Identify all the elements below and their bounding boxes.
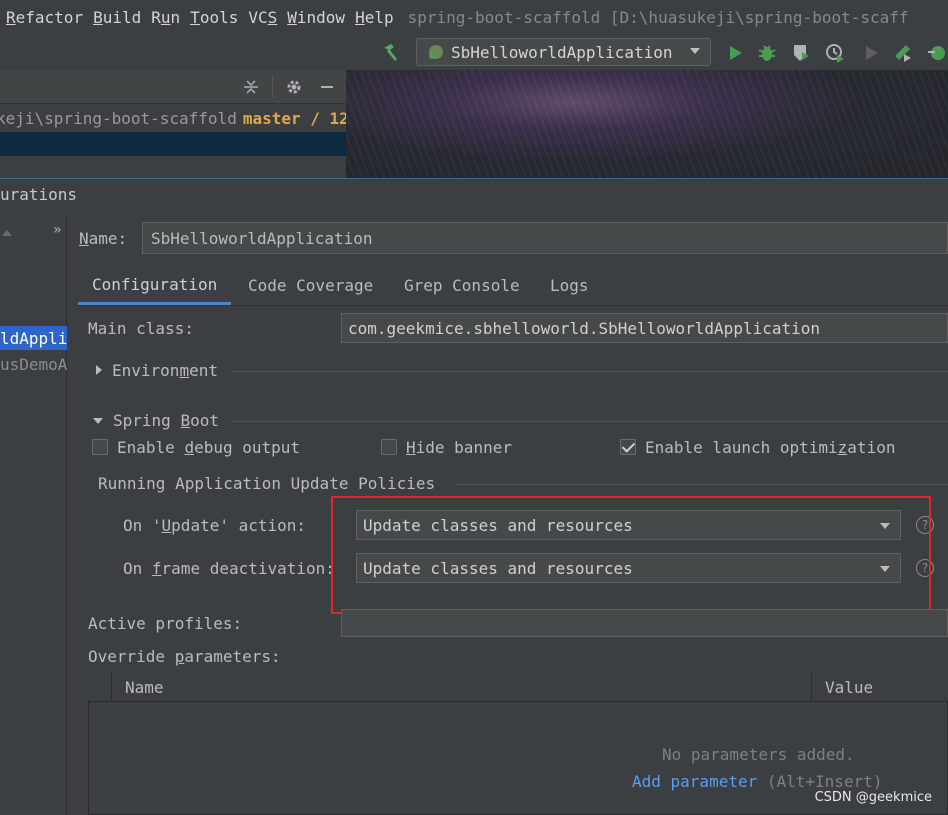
config-tabs: Configuration Code Coverage Grep Console…: [78, 266, 948, 306]
update-policies-title: Running Application Update Policies: [98, 474, 436, 493]
name-label: Name:: [79, 229, 128, 248]
add-parameter-link[interactable]: Add parameter: [632, 772, 757, 791]
tab-configuration[interactable]: Configuration: [78, 266, 232, 305]
project-path-row: keji\spring-boot-scaffold master / 12: [0, 104, 346, 132]
window-title: spring-boot-scaffold [D:\huasukeji\sprin…: [407, 7, 909, 27]
section-divider: [456, 484, 948, 485]
chevron-down-icon: [690, 48, 700, 54]
project-panel-header: [0, 70, 346, 104]
menu-help[interactable]: Help: [355, 8, 394, 27]
config-list-item[interactable]: usDemoA: [0, 352, 67, 376]
override-parameters-label: Override parameters:: [88, 647, 281, 666]
column-divider: [811, 672, 812, 702]
run-icon[interactable]: [724, 42, 746, 64]
menu-tools[interactable]: Tools: [190, 8, 238, 27]
menu-refactor[interactable]: Refactor: [6, 8, 83, 27]
main-toolbar: SbHelloworldApplication: [0, 34, 948, 70]
section-divider: [232, 421, 948, 422]
stop-icon[interactable]: [860, 42, 882, 64]
more-icon[interactable]: »: [53, 222, 61, 238]
enable-launch-optimization-checkbox[interactable]: [620, 439, 636, 455]
menu-window[interactable]: Window: [287, 8, 345, 27]
minimize-icon[interactable]: [318, 78, 336, 96]
hide-banner-checkbox[interactable]: [381, 439, 397, 455]
tab-code-coverage[interactable]: Code Coverage: [234, 266, 387, 304]
section-divider: [232, 371, 948, 372]
watermark: CSDN @geekmice: [814, 790, 932, 805]
enable-debug-output-checkbox[interactable]: [92, 439, 108, 455]
expand-icon[interactable]: [96, 365, 102, 375]
update-icon[interactable]: [926, 42, 948, 64]
table-header: Name Value: [88, 672, 948, 702]
hide-banner-label: Hide banner: [406, 438, 512, 457]
tab-grep-console[interactable]: Grep Console: [390, 266, 534, 304]
main-class-label: Main class:: [88, 319, 194, 338]
project-path: keji\spring-boot-scaffold: [0, 108, 237, 128]
empty-table-text: No parameters added.: [662, 745, 855, 764]
active-profiles-field[interactable]: [341, 609, 948, 637]
environment-section[interactable]: Environment: [112, 361, 218, 380]
add-parameter-shortcut: (Alt+Insert): [766, 772, 883, 791]
config-list-panel: »: [0, 218, 67, 815]
highlight-box: [331, 496, 931, 614]
run-config-selector[interactable]: SbHelloworldApplication: [416, 38, 711, 66]
hammer-icon[interactable]: [380, 42, 402, 64]
run-config-name: SbHelloworldApplication: [451, 42, 673, 62]
background-image: [346, 70, 948, 178]
debug-icon[interactable]: [756, 42, 778, 64]
active-profiles-label: Active profiles:: [88, 614, 243, 633]
name-field[interactable]: SbHelloworldApplication: [142, 222, 948, 254]
gear-icon[interactable]: [285, 78, 303, 96]
enable-debug-output-label: Enable debug output: [117, 438, 301, 457]
on-update-label: On 'Update' action:: [123, 516, 307, 535]
menu-vcs[interactable]: VCS: [248, 8, 277, 27]
enable-launch-optimization-label: Enable launch optimization: [645, 438, 896, 457]
spring-boot-section[interactable]: Spring Boot: [113, 411, 219, 430]
on-frame-label: On frame deactivation:: [123, 559, 335, 578]
collapse-icon[interactable]: [93, 418, 103, 424]
coverage-icon[interactable]: [790, 42, 812, 64]
profile-icon[interactable]: [824, 42, 846, 64]
spring-boot-icon: [429, 45, 443, 59]
tab-logs[interactable]: Logs: [536, 266, 603, 304]
main-class-field[interactable]: com.geekmice.sbhelloworld.SbHelloworldAp…: [341, 313, 948, 343]
move-up-icon[interactable]: [2, 230, 12, 236]
toolbar-divider: [272, 76, 273, 98]
menu-bar: Refactor Build Run Tools VCS Window Help…: [0, 0, 948, 34]
column-divider: [111, 672, 112, 702]
menu-build[interactable]: Build: [93, 8, 141, 27]
project-selected-row[interactable]: [0, 132, 346, 156]
config-list-item-selected[interactable]: ldApplic: [0, 326, 67, 350]
attach-icon[interactable]: [892, 42, 914, 64]
menu-run[interactable]: Run: [151, 8, 180, 27]
collapse-all-icon[interactable]: [242, 78, 260, 96]
dialog-title: urations: [0, 185, 78, 204]
column-header-value[interactable]: Value: [825, 672, 873, 702]
add-parameter-row: Add parameter (Alt+Insert): [632, 772, 882, 791]
column-header-name[interactable]: Name: [125, 672, 164, 702]
branch-label: master / 12: [242, 108, 346, 128]
